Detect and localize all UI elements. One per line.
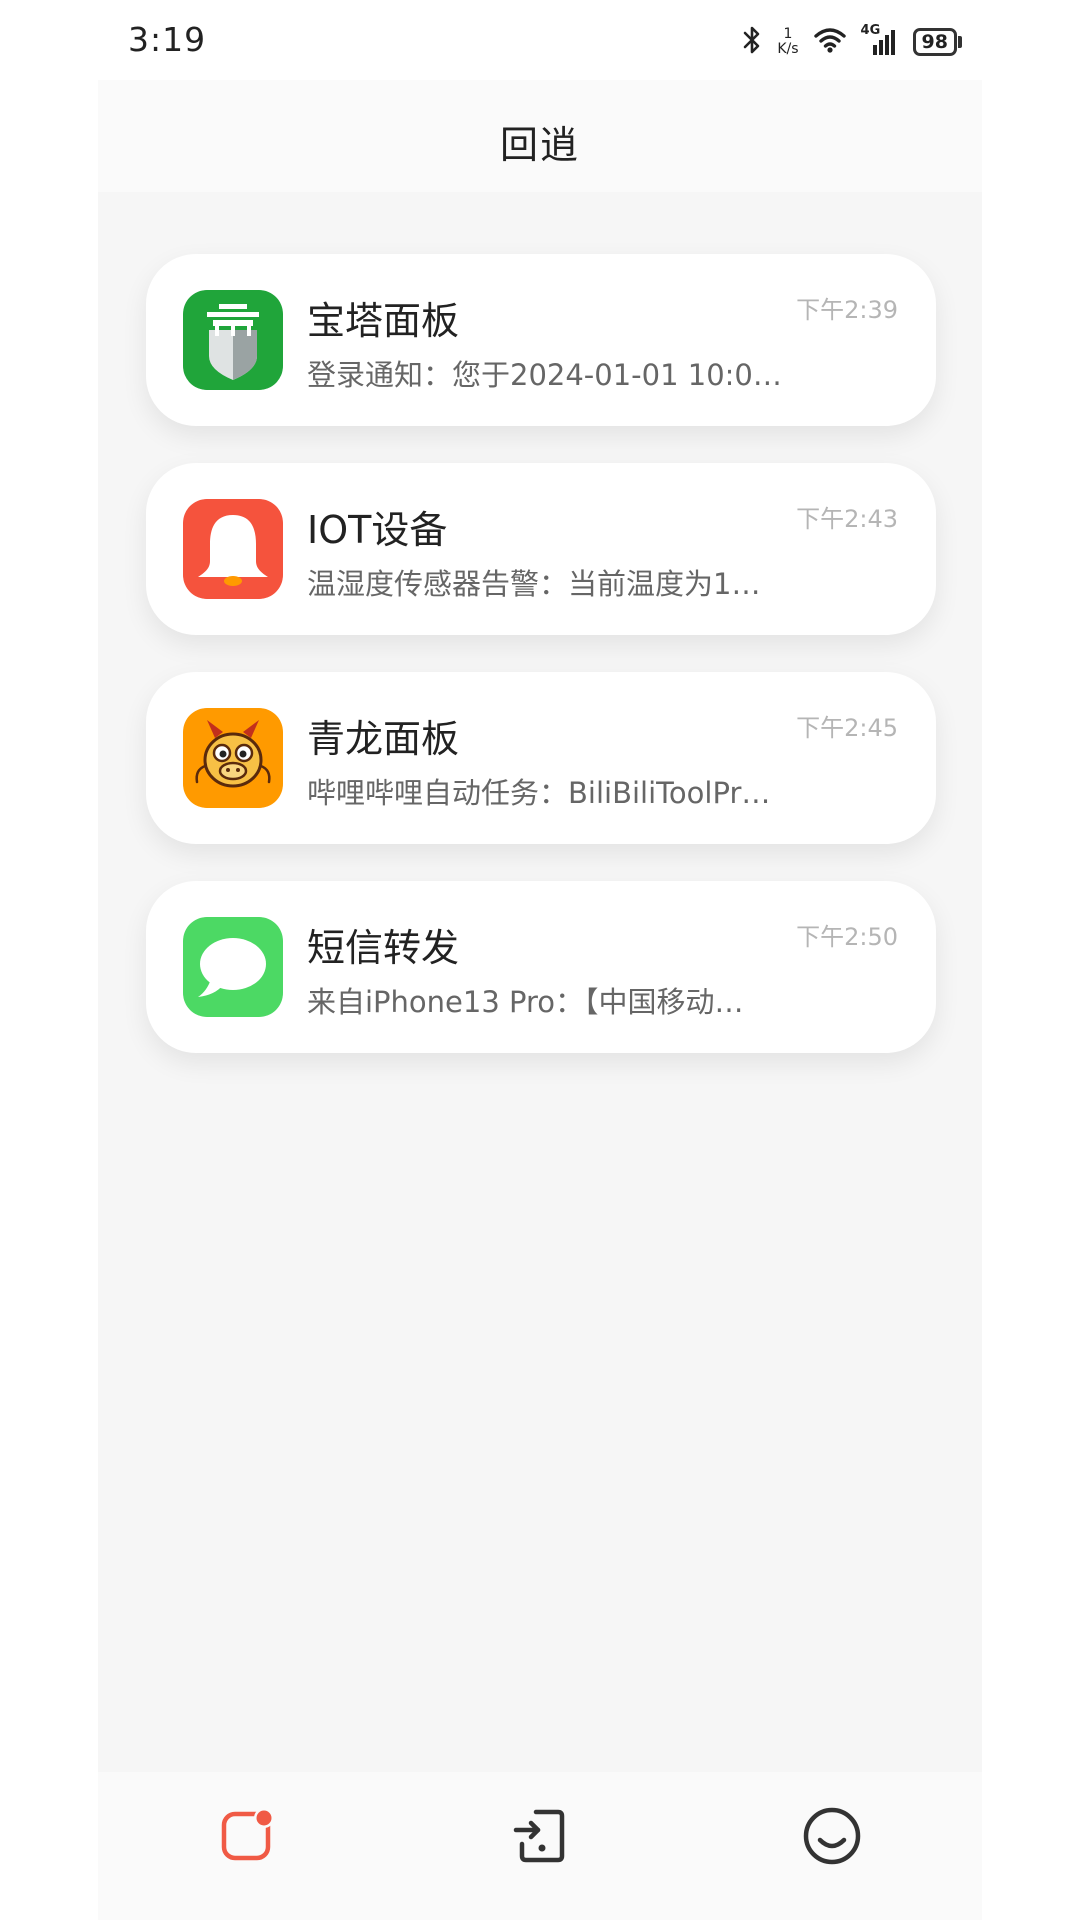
- message-title: IOT设备: [307, 508, 448, 552]
- message-title: 宝塔面板: [307, 299, 460, 343]
- message-card-baota[interactable]: 宝塔面板 登录通知：您于2024-01-01 10:00:00 登录 下午2:3…: [146, 254, 936, 426]
- message-preview: 哔哩哔哩自动任务：BiliBiliToolPr…: [307, 776, 771, 810]
- status-icons: 1 K/s 4G 98: [741, 23, 962, 60]
- dragon-icon: [183, 708, 283, 808]
- message-card-qinglong[interactable]: 青龙面板 哔哩哔哩自动任务：BiliBiliToolPr… 下午2:45: [146, 672, 936, 844]
- message-card-sms[interactable]: 短信转发 来自iPhone13 Pro：【中国移动… 下午2:50: [146, 881, 936, 1053]
- message-preview: 登录通知：您于2024-01-01 10:00:00 登录: [307, 358, 797, 392]
- tab-profile[interactable]: [800, 1804, 864, 1868]
- network-speed-unit: K/s: [777, 41, 799, 57]
- message-list: 宝塔面板 登录通知：您于2024-01-01 10:00:00 登录 下午2:3…: [146, 254, 936, 1090]
- bluetooth-icon: [741, 24, 763, 60]
- tab-messages[interactable]: [216, 1804, 280, 1868]
- message-preview: 温湿度传感器告警：当前温度为1…: [307, 567, 761, 601]
- battery-level: 98: [912, 28, 957, 56]
- app-screen: 回逍 宝塔面板 登录通知：您于2024-01-01 10:00:00 登录: [98, 80, 982, 1920]
- message-time: 下午2:39: [796, 296, 898, 324]
- signal-icon: 4G: [861, 23, 899, 57]
- chat-bubble-icon: [183, 917, 283, 1017]
- app-header: 回逍: [98, 80, 982, 192]
- bottom-tab-bar: [98, 1772, 982, 1920]
- message-preview: 来自iPhone13 Pro：【中国移动…: [307, 985, 744, 1019]
- battery-icon: 98: [912, 28, 962, 56]
- message-title: 短信转发: [307, 926, 460, 970]
- bell-icon: [183, 499, 283, 599]
- status-bar: 3:19 1 K/s 4G 98: [0, 0, 1080, 80]
- network-speed: 1 K/s: [777, 27, 798, 57]
- message-time: 下午2:50: [796, 923, 898, 951]
- smile-icon: [803, 1807, 861, 1865]
- message-card-iot[interactable]: IOT设备 温湿度传感器告警：当前温度为1… 下午2:43: [146, 463, 936, 635]
- baota-shield-icon: [183, 290, 283, 390]
- wifi-icon: [813, 26, 847, 58]
- tab-login[interactable]: [508, 1804, 572, 1868]
- message-title: 青龙面板: [307, 717, 460, 761]
- message-notification-icon: [221, 1808, 274, 1861]
- network-speed-value: 1: [783, 26, 793, 42]
- battery-cap: [958, 36, 962, 48]
- network-type: 4G: [860, 23, 881, 38]
- login-icon: [513, 1809, 565, 1863]
- message-time: 下午2:45: [796, 714, 898, 742]
- status-time: 3:19: [128, 20, 207, 59]
- page-title: 回逍: [499, 123, 580, 167]
- message-time: 下午2:43: [796, 505, 898, 533]
